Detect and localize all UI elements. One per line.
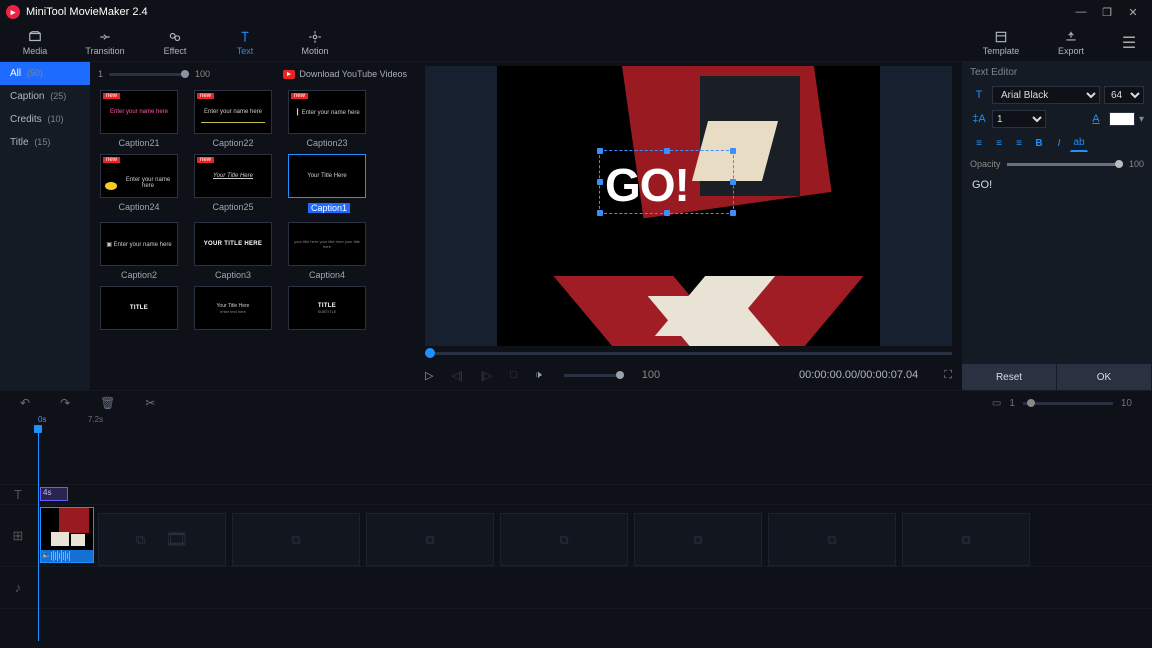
text-editor-header: Text Editor bbox=[962, 62, 1152, 83]
preset-caption23[interactable]: new▎Enter your name here bbox=[288, 90, 366, 134]
zoom-max: 10 bbox=[1121, 398, 1132, 409]
fit-button[interactable]: ▭ bbox=[992, 398, 1001, 409]
video-slot[interactable]: ⧉ bbox=[634, 513, 762, 566]
reset-button[interactable]: Reset bbox=[962, 364, 1057, 390]
line-height-icon: ‡A bbox=[970, 113, 988, 125]
category-sidebar: All (50) Caption (25) Credits (10) Title… bbox=[0, 62, 90, 390]
text-track-icon: T bbox=[0, 487, 36, 502]
font-size-select[interactable]: 64 bbox=[1104, 86, 1144, 104]
preset-caption22[interactable]: newEnter your name here bbox=[194, 90, 272, 134]
playhead[interactable] bbox=[38, 429, 39, 641]
video-slot[interactable]: ⧉ bbox=[902, 513, 1030, 566]
ok-button[interactable]: OK bbox=[1057, 364, 1152, 390]
video-clip[interactable]: 🔈 bbox=[40, 507, 94, 563]
tab-transition[interactable]: Transition bbox=[70, 24, 140, 61]
align-left-button[interactable]: ≡ bbox=[970, 134, 988, 152]
link-icon: ⧉ bbox=[136, 532, 145, 548]
preset-caption5[interactable]: TITLE bbox=[100, 286, 178, 330]
thumb-zoom-slider[interactable] bbox=[109, 73, 189, 76]
export-button[interactable]: Export bbox=[1036, 24, 1106, 61]
speaker-icon: 🔈 bbox=[42, 551, 47, 559]
text-clip[interactable]: 4s bbox=[40, 487, 68, 501]
font-family-select[interactable]: Arial Black bbox=[992, 86, 1100, 104]
app-title: MiniTool MovieMaker 2.4 bbox=[26, 6, 148, 18]
app-logo: ▸ bbox=[6, 5, 20, 19]
preset-caption1[interactable]: Your Title Here bbox=[288, 154, 366, 198]
preset-caption21[interactable]: newEnter your name here bbox=[100, 90, 178, 134]
zoom-min: 1 bbox=[1009, 398, 1015, 409]
video-track-icon: ⊞ bbox=[0, 528, 36, 544]
timecode: 00:00:00.00/00:00:07.04 bbox=[799, 369, 918, 381]
bold-button[interactable]: B bbox=[1030, 134, 1048, 152]
color-picker[interactable] bbox=[1109, 112, 1135, 126]
minimize-button[interactable]: — bbox=[1068, 6, 1094, 18]
opacity-slider[interactable] bbox=[1007, 163, 1123, 166]
category-credits[interactable]: Credits (10) bbox=[0, 108, 90, 131]
opacity-label: Opacity bbox=[970, 159, 1001, 169]
tab-motion[interactable]: Motion bbox=[280, 24, 350, 61]
preset-caption7[interactable]: TITLESUBTITLE bbox=[288, 286, 366, 330]
menu-button[interactable]: ☰ bbox=[1106, 24, 1152, 61]
thumb-zoom-max: 100 bbox=[195, 69, 210, 79]
category-title[interactable]: Title (15) bbox=[0, 131, 90, 154]
play-button[interactable]: ▷ bbox=[425, 369, 433, 382]
delete-button[interactable]: 🗑 bbox=[100, 396, 115, 410]
prev-frame-button[interactable]: ◁| bbox=[451, 369, 462, 382]
timeline-zoom-slider[interactable] bbox=[1023, 402, 1113, 405]
line-height-select[interactable]: 1 bbox=[992, 110, 1046, 128]
audio-track-icon: ♪ bbox=[0, 580, 36, 595]
film-icon: 🎞 bbox=[165, 529, 188, 550]
youtube-icon bbox=[283, 70, 295, 79]
maximize-button[interactable]: ❐ bbox=[1094, 6, 1120, 19]
video-slot[interactable]: ⧉ bbox=[500, 513, 628, 566]
font-color-icon[interactable]: A bbox=[1087, 113, 1105, 125]
align-right-button[interactable]: ≡ bbox=[1010, 134, 1028, 152]
preset-caption25[interactable]: newYour Title Here bbox=[194, 154, 272, 198]
fullscreen-button[interactable]: ⛶ bbox=[944, 369, 952, 382]
text-icon: T bbox=[970, 89, 988, 101]
video-slot[interactable]: ⧉ bbox=[768, 513, 896, 566]
opacity-value: 100 bbox=[1129, 159, 1144, 169]
stop-button[interactable]: □ bbox=[510, 369, 517, 381]
cut-button[interactable]: ✂ bbox=[145, 396, 155, 410]
video-slot[interactable]: ⧉ bbox=[366, 513, 494, 566]
category-all[interactable]: All (50) bbox=[0, 62, 90, 85]
volume-icon[interactable]: 🕩 bbox=[535, 369, 542, 382]
close-button[interactable]: ✕ bbox=[1120, 6, 1146, 19]
timeline-ruler[interactable]: 0s 7.2s bbox=[0, 415, 1152, 431]
redo-button[interactable]: ↷ bbox=[60, 396, 70, 410]
preset-caption2[interactable]: ▣ Enter your name here bbox=[100, 222, 178, 266]
volume-value: 100 bbox=[642, 369, 660, 381]
category-caption[interactable]: Caption (25) bbox=[0, 85, 90, 108]
preset-caption3[interactable]: YOUR TITLE HERE bbox=[194, 222, 272, 266]
text-content-input[interactable]: GO! bbox=[962, 173, 1152, 364]
preset-caption24[interactable]: newEnter your name here bbox=[100, 154, 178, 198]
align-center-button[interactable]: ≡ bbox=[990, 134, 1008, 152]
tab-media[interactable]: Media bbox=[0, 24, 70, 61]
template-button[interactable]: Template bbox=[966, 24, 1036, 61]
next-frame-button[interactable]: |▷ bbox=[481, 369, 492, 382]
undo-button[interactable]: ↶ bbox=[20, 396, 30, 410]
italic-button[interactable]: I bbox=[1050, 134, 1068, 152]
video-slot[interactable]: ⧉ bbox=[232, 513, 360, 566]
volume-slider[interactable] bbox=[564, 374, 624, 377]
thumb-zoom-min: 1 bbox=[98, 69, 103, 79]
highlight-button[interactable]: ab bbox=[1070, 134, 1088, 152]
tab-text[interactable]: Text bbox=[210, 24, 280, 61]
text-selection-box[interactable] bbox=[599, 150, 734, 214]
preview-viewport: GO! bbox=[425, 66, 952, 346]
video-slot[interactable]: ⧉🎞 bbox=[98, 513, 226, 566]
preset-caption4[interactable]: your title here your title here your tit… bbox=[288, 222, 366, 266]
download-youtube-button[interactable]: Download YouTube Videos bbox=[283, 69, 407, 79]
seek-bar[interactable] bbox=[425, 348, 952, 360]
preset-caption6[interactable]: Your Title Hereenter text here bbox=[194, 286, 272, 330]
tab-effect[interactable]: Effect bbox=[140, 24, 210, 61]
